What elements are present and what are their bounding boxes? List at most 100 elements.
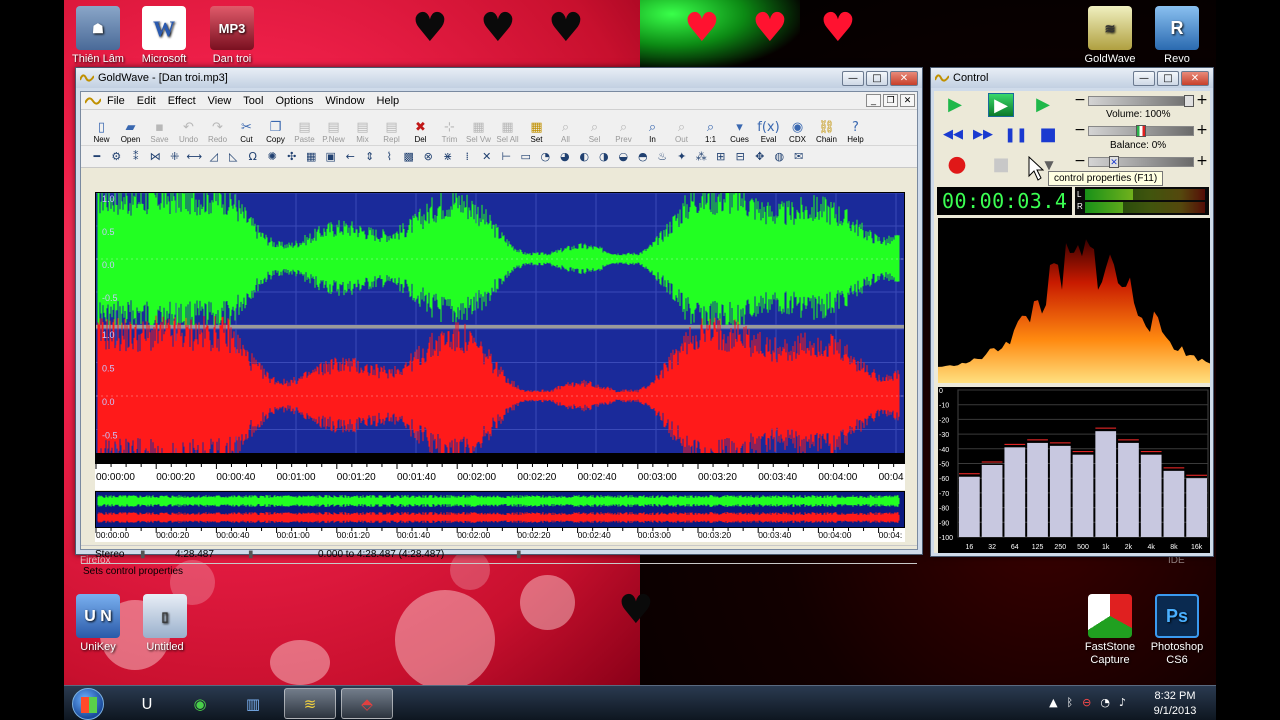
offset-icon[interactable]: ✣ <box>282 148 302 166</box>
invert-icon[interactable]: Ω <box>243 148 263 166</box>
minimize-button[interactable]: — <box>842 70 864 86</box>
new-button[interactable]: ▯ New <box>87 112 116 144</box>
bluetooth-icon[interactable]: ᛒ <box>1067 696 1074 709</box>
show-hidden-icons-icon[interactable]: ▲ <box>1049 696 1057 709</box>
desktop-icon-thien-lam[interactable]: ☗ Thiên Lâm <box>63 6 133 66</box>
doppler-icon[interactable]: ━ <box>87 148 107 166</box>
control-maximize-button[interactable]: □ <box>1157 70 1179 86</box>
taskbar-files[interactable]: ▥ <box>227 688 279 719</box>
speed-decrease-button[interactable]: − <box>1074 154 1086 168</box>
menu-file[interactable]: File <box>101 95 131 107</box>
cut-button[interactable]: ✂ Cut <box>232 112 261 144</box>
silence-icon[interactable]: ▩ <box>399 148 419 166</box>
normalize-icon[interactable]: ♨ <box>653 148 673 166</box>
menu-options[interactable]: Options <box>269 95 319 107</box>
echo-icon[interactable]: ⁑ <box>126 148 146 166</box>
balance-decrease-button[interactable]: − <box>1074 123 1086 137</box>
document-close-button[interactable]: ✕ <box>900 94 915 107</box>
desktop-icon-dan-troi-mp3[interactable]: MP3 Dan troi <box>197 6 267 66</box>
stop-button[interactable]: ■ <box>1035 123 1061 147</box>
control-minimize-button[interactable]: — <box>1133 70 1155 86</box>
menu-tool[interactable]: Tool <box>237 95 269 107</box>
resample-icon[interactable]: ⌇ <box>380 148 400 166</box>
taskbar-clock[interactable]: 8:32 PM 9/1/2013 <box>1144 689 1206 719</box>
desktop-icon-microsoft-word[interactable]: W Microsoft <box>129 6 199 66</box>
play-selection-button[interactable]: ▶ <box>988 93 1014 117</box>
speed-slider[interactable]: − ✕ + <box>1074 154 1208 169</box>
limiter-icon[interactable]: ◐ <box>575 148 595 166</box>
del-button[interactable]: ✖ Del <box>406 112 435 144</box>
open-button[interactable]: ▰ Open <box>116 112 145 144</box>
taskbar-revo[interactable]: ⬘ <box>341 688 393 719</box>
desktop-icon-faststone-capture[interactable]: FastStone Capture <box>1075 594 1145 667</box>
reverse-icon[interactable]: ← <box>341 148 361 166</box>
desktop-icon-photoshop[interactable]: Ps Photoshop CS6 <box>1142 594 1212 667</box>
copy-button[interactable]: ❐ Copy <box>261 112 290 144</box>
desktop-icon-goldwave[interactable]: ≋ GoldWave <box>1075 6 1145 66</box>
mix-button[interactable]: ▤ Mix <box>348 112 377 144</box>
sel-vw-button[interactable]: ▦ Sel Vw <box>464 112 493 144</box>
taskbar-chrome[interactable]: ◉ <box>174 688 226 719</box>
stereo-icon[interactable]: ✦ <box>672 148 692 166</box>
eval-button[interactable]: f(x) Eval <box>754 112 783 144</box>
mail-icon[interactable]: ✉ <box>789 148 809 166</box>
fade-out-icon[interactable]: ◺ <box>224 148 244 166</box>
stop-record-button[interactable]: ■ <box>988 153 1014 177</box>
overview-canvas[interactable] <box>96 492 904 527</box>
highpass-icon[interactable]: ⊟ <box>731 148 751 166</box>
fast-forward-button[interactable]: ▶▶ <box>970 123 996 147</box>
compressor-icon[interactable]: ▭ <box>516 148 536 166</box>
taskbar-goldwave[interactable]: ≋ <box>284 688 336 719</box>
speed-thumb[interactable]: ✕ <box>1109 156 1119 168</box>
rewind-button[interactable]: ◀◀ <box>940 123 966 147</box>
desktop-icon-unikey[interactable]: U N UniKey <box>63 594 133 654</box>
mechanize-icon[interactable]: ✺ <box>263 148 283 166</box>
redo-button[interactable]: ↷ Redo <box>203 112 232 144</box>
start-button[interactable] <box>72 688 104 720</box>
pan-icon[interactable]: ▦ <box>302 148 322 166</box>
network-icon[interactable]: ◔ <box>1100 696 1110 709</box>
balance-thumb[interactable] <box>1136 125 1146 137</box>
control-window-titlebar[interactable]: Control — □ ✕ <box>931 68 1213 88</box>
save-button[interactable]: ▪ Save <box>145 112 174 144</box>
cues-button[interactable]: ▾ Cues <box>725 112 754 144</box>
document-restore-button[interactable]: ❐ <box>883 94 898 107</box>
record-button[interactable]: ● <box>944 153 970 177</box>
dynamics-icon[interactable]: ⚙ <box>107 148 127 166</box>
match-volume-icon[interactable]: ◑ <box>594 148 614 166</box>
play-from-button[interactable]: ▶ <box>1030 93 1056 117</box>
reverb-icon[interactable]: ⇕ <box>360 148 380 166</box>
maximize-button[interactable]: □ <box>866 70 888 86</box>
sel-all-button[interactable]: ▦ Sel All <box>493 112 522 144</box>
expander-icon[interactable]: ◔ <box>536 148 556 166</box>
filter-icon[interactable]: ⁜ <box>165 148 185 166</box>
spatial-icon[interactable]: ⊗ <box>419 148 439 166</box>
spectrum-filter-icon[interactable]: ◍ <box>770 148 790 166</box>
shape-volume-icon[interactable]: ◓ <box>633 148 653 166</box>
pause-button[interactable]: ❚❚ <box>1003 123 1029 147</box>
maximize-icon[interactable]: ◒ <box>614 148 634 166</box>
chain-button[interactable]: ⛓ Chain <box>812 112 841 144</box>
speed-increase-button[interactable]: + <box>1196 154 1208 168</box>
paste-button[interactable]: ▤ Paste <box>290 112 319 144</box>
notch-icon[interactable]: ✥ <box>750 148 770 166</box>
trim-button[interactable]: ⊹ Trim <box>435 112 464 144</box>
volume-icon[interactable]: ♪ <box>1119 696 1126 709</box>
prev-button[interactable]: ⌕ Prev <box>609 112 638 144</box>
lowpass-icon[interactable]: ⊞ <box>711 148 731 166</box>
bandpass-icon[interactable]: ⁂ <box>692 148 712 166</box>
waveform-canvas[interactable]: 1.0 0.5 0.0 -0.5 1.0 0.5 0.0 -0.5 <box>96 193 904 463</box>
desktop-icon-untitled[interactable]: ▯ Untitled <box>130 594 200 654</box>
security-alert-icon[interactable]: ⊖ <box>1082 696 1091 709</box>
main-window-titlebar[interactable]: GoldWave - [Dan troi.mp3] — □ ✕ <box>76 68 922 88</box>
balance-increase-button[interactable]: + <box>1196 123 1208 137</box>
repl-button[interactable]: ▤ Repl <box>377 112 406 144</box>
menu-view[interactable]: View <box>202 95 238 107</box>
flanger-icon[interactable]: ⟷ <box>185 148 205 166</box>
p-new-button[interactable]: ▤ P.New <box>319 112 348 144</box>
taskbar-unikey[interactable]: U <box>121 688 173 719</box>
waveform-display[interactable]: 1.0 0.5 0.0 -0.5 1.0 0.5 0.0 -0.5 <box>95 192 905 464</box>
1-1-button[interactable]: ⌕ 1:1 <box>696 112 725 144</box>
time-warp-icon[interactable]: ⋇ <box>438 148 458 166</box>
cdx-button[interactable]: ◉ CDX <box>783 112 812 144</box>
